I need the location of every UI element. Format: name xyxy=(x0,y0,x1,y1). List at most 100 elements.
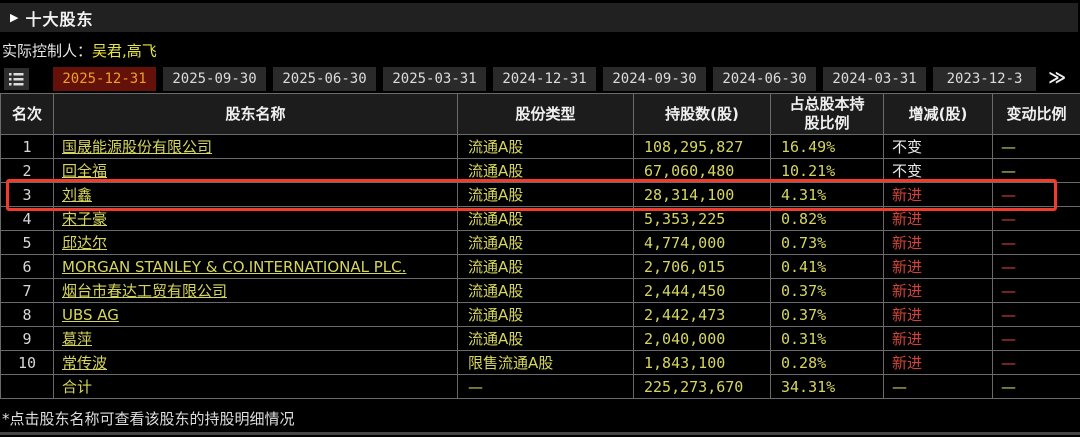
name-cell: 刘鑫 xyxy=(53,182,458,207)
shareholder-row: 7 烟台市春达工贸有限公司 流通A股 2,444,450 0.37% 新进 — xyxy=(0,278,1080,303)
date-tab-2025-03-31[interactable]: 2025-03-31 xyxy=(383,67,486,91)
shareholder-row: 2 回全福 流通A股 67,060,480 10.21% 不变 — xyxy=(0,158,1080,183)
name-cell: 回全福 xyxy=(53,158,458,183)
bottom-divider xyxy=(0,432,1080,435)
shareholder-name-link[interactable]: MORGAN STANLEY & CO.INTERNATIONAL PLC. xyxy=(62,258,406,276)
shareholder-name-link[interactable]: 刘鑫 xyxy=(62,186,92,204)
change-cell: 新进 xyxy=(883,278,993,303)
change-cell: 不变 xyxy=(883,158,993,183)
col-percent-header: 占总股本持 股比例 xyxy=(770,93,884,135)
ratio-cell: — xyxy=(992,350,1080,375)
shares-cell: 67,060,480 xyxy=(633,158,771,183)
change-cell: 新进 xyxy=(883,230,993,255)
share-type-cell: 流通A股 xyxy=(457,206,634,231)
shares-cell: 1,843,100 xyxy=(633,350,771,375)
ratio-cell: — xyxy=(992,302,1080,327)
date-tab-2024-06-30[interactable]: 2024-06-30 xyxy=(713,67,816,91)
shares-cell: 108,295,827 xyxy=(633,134,771,159)
percent-cell: 0.37% xyxy=(770,302,884,327)
change-cell: — xyxy=(883,374,993,399)
rank-cell: 5 xyxy=(0,230,54,255)
change-cell: 新进 xyxy=(883,254,993,279)
shareholder-name-link[interactable]: 国晟能源股份有限公司 xyxy=(62,138,212,156)
date-tab-2024-09-30[interactable]: 2024-09-30 xyxy=(603,67,706,91)
percent-cell: 16.49% xyxy=(770,134,884,159)
rank-cell xyxy=(0,374,54,399)
shareholder-name-link[interactable]: 常传波 xyxy=(62,354,107,372)
footnote: *点击股东名称可查看该股东的持股明细情况 xyxy=(2,410,295,428)
share-type-cell: 限售流通A股 xyxy=(457,350,634,375)
shareholder-row: 3 刘鑫 流通A股 28,314,100 4.31% 新进 — xyxy=(0,182,1080,207)
share-type-cell: 流通A股 xyxy=(457,326,634,351)
name-cell: 葛萍 xyxy=(53,326,458,351)
change-cell: 新进 xyxy=(883,206,993,231)
name-cell: 烟台市春达工贸有限公司 xyxy=(53,278,458,303)
name-cell: UBS AG xyxy=(53,302,458,327)
shareholder-name-link[interactable]: 宋子豪 xyxy=(62,210,107,228)
rank-cell: 3 xyxy=(0,182,54,207)
rank-cell: 2 xyxy=(0,158,54,183)
name-cell: 邱达尔 xyxy=(53,230,458,255)
shareholder-row: 9 葛萍 流通A股 2,040,000 0.31% 新进 — xyxy=(0,326,1080,351)
percent-cell: 0.41% xyxy=(770,254,884,279)
date-tab-2025-12-31[interactable]: 2025-12-31 xyxy=(53,67,156,91)
ratio-cell: — xyxy=(992,326,1080,351)
shareholder-row: 1 国晟能源股份有限公司 流通A股 108,295,827 16.49% 不变 — xyxy=(0,134,1080,159)
shares-cell: 5,353,225 xyxy=(633,206,771,231)
shares-cell: 4,774,000 xyxy=(633,230,771,255)
col-change-header: 增减(股) xyxy=(883,93,993,135)
shareholder-row: 10 常传波 限售流通A股 1,843,100 0.28% 新进 — xyxy=(0,350,1080,375)
shareholder-name-link[interactable]: 回全福 xyxy=(62,162,107,180)
shares-cell: 2,706,015 xyxy=(633,254,771,279)
shareholder-row: 5 邱达尔 流通A股 4,774,000 0.73% 新进 — xyxy=(0,230,1080,255)
rank-cell: 6 xyxy=(0,254,54,279)
date-tab-2025-09-30[interactable]: 2025-09-30 xyxy=(163,67,266,91)
rank-cell: 10 xyxy=(0,350,54,375)
ratio-cell: — xyxy=(992,254,1080,279)
shares-cell: 225,273,670 xyxy=(633,374,771,399)
date-tab-2023-12-3[interactable]: 2023-12-3 xyxy=(933,67,1036,91)
name-cell: MORGAN STANLEY & CO.INTERNATIONAL PLC. xyxy=(53,254,458,279)
table-header-row: 名次 股东名称 股份类型 持股数(股) 占总股本持 股比例 增减(股) 变动比例 xyxy=(0,93,1080,135)
shares-cell: 2,040,000 xyxy=(633,326,771,351)
ratio-cell: — xyxy=(992,134,1080,159)
date-tab-2024-12-31[interactable]: 2024-12-31 xyxy=(493,67,596,91)
total-row: 合计 —225,273,670 34.31% — — xyxy=(0,374,1080,399)
rank-cell: 8 xyxy=(0,302,54,327)
section-header[interactable]: ▶ 十大股东 xyxy=(0,3,1078,32)
col-name-header: 股东名称 xyxy=(53,93,458,135)
shareholder-name-link[interactable]: 邱达尔 xyxy=(62,234,107,252)
shares-cell: 2,442,473 xyxy=(633,302,771,327)
date-tabs: 2025-12-31 2025-09-30 2025-06-30 2025-03-31… xyxy=(53,67,1036,91)
shareholder-row: 4 宋子豪 流通A股 5,353,225 0.82% 新进 — xyxy=(0,206,1080,231)
shareholder-name-link[interactable]: 烟台市春达工贸有限公司 xyxy=(62,282,227,300)
date-tab-2025-06-30[interactable]: 2025-06-30 xyxy=(273,67,376,91)
shareholder-name-link[interactable]: 葛萍 xyxy=(62,330,92,348)
share-type-cell: 流通A股 xyxy=(457,182,634,207)
col-rank-header: 名次 xyxy=(0,93,54,135)
percent-cell: 0.28% xyxy=(770,350,884,375)
name-cell: 宋子豪 xyxy=(53,206,458,231)
expand-arrow-icon: ▶ xyxy=(10,11,19,24)
col-ratio-header: 变动比例 xyxy=(992,93,1080,135)
share-type-cell: 流通A股 xyxy=(457,302,634,327)
share-type-cell: — xyxy=(457,374,634,399)
more-dates-button[interactable]: ≫ xyxy=(1048,67,1066,91)
ratio-cell: — xyxy=(992,182,1080,207)
shareholder-row: 6 MORGAN STANLEY & CO.INTERNATIONAL PLC. 流… xyxy=(0,254,1080,279)
shareholder-name-link[interactable]: UBS AG xyxy=(62,306,119,324)
share-type-cell: 流通A股 xyxy=(457,254,634,279)
percent-cell: 0.82% xyxy=(770,206,884,231)
percent-cell: 0.73% xyxy=(770,230,884,255)
rank-cell: 4 xyxy=(0,206,54,231)
list-view-button[interactable] xyxy=(4,68,29,90)
date-tab-2024-03-31[interactable]: 2024-03-31 xyxy=(823,67,926,91)
percent-cell: 0.31% xyxy=(770,326,884,351)
percent-cell: 0.37% xyxy=(770,278,884,303)
name-cell: 常传波 xyxy=(53,350,458,375)
list-icon xyxy=(9,72,24,85)
change-cell: 不变 xyxy=(883,134,993,159)
actual-controller-value: 吴君,高飞 xyxy=(92,42,157,60)
ratio-cell: — xyxy=(992,158,1080,183)
name-cell: 合计 xyxy=(53,374,458,399)
